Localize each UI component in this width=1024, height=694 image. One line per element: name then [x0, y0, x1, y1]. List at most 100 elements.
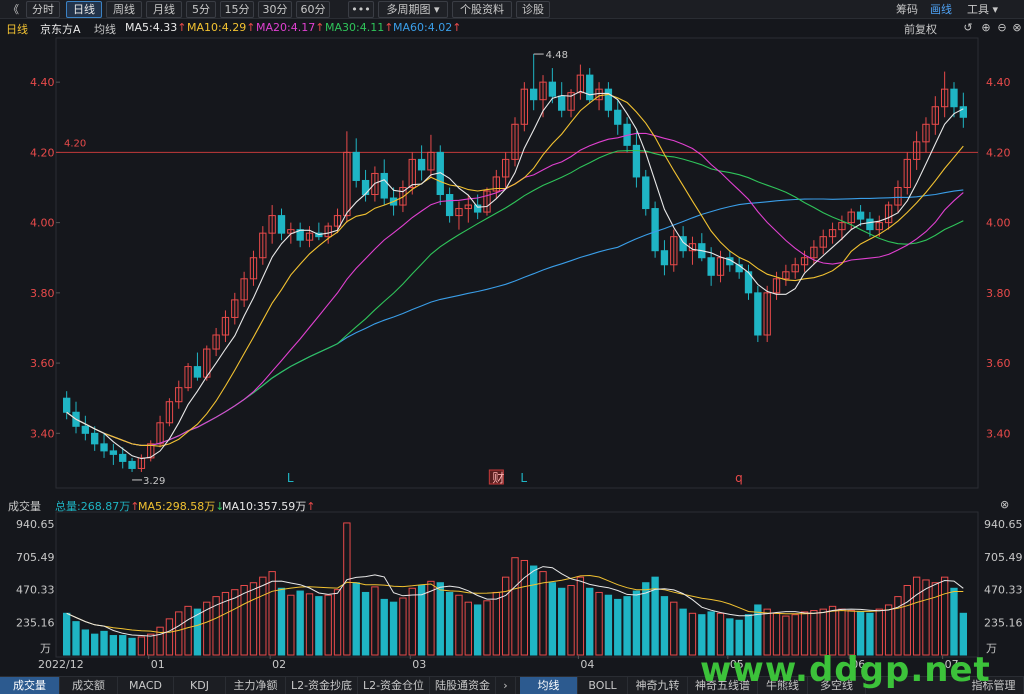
- volume-bar: [445, 591, 454, 656]
- tab-magic-nine[interactable]: 神奇九转: [628, 677, 688, 694]
- event-marker: L: [520, 471, 527, 485]
- volume-bar: [791, 614, 799, 656]
- volume-bar: [380, 598, 388, 656]
- candle-body: [109, 450, 118, 455]
- candle-body: [128, 460, 136, 469]
- volume-bar: [352, 582, 360, 656]
- volume-bar: [501, 576, 510, 656]
- volume-bar: [473, 604, 482, 656]
- kline-chart[interactable]: 4.40 4.40 4.20 4.20 4.00 4.00 3.80 3.80 3.60 3.60…: [0, 0, 1024, 676]
- volume-bar: [240, 585, 248, 656]
- volume-total: 总量:268.87万↑: [55, 500, 140, 513]
- candle-body: [754, 292, 762, 336]
- volume-bar: [100, 630, 108, 656]
- ma60-line: [66, 189, 964, 446]
- volume-bar: [856, 611, 865, 656]
- volume-ma10-line: [66, 574, 964, 634]
- volume-bar: [670, 601, 678, 656]
- candle-body: [660, 250, 669, 266]
- tab-main-net[interactable]: 主力净额: [226, 677, 286, 694]
- candle-body: [193, 366, 202, 378]
- tabs-scroll-right[interactable]: ›: [496, 677, 516, 694]
- ma30-line: [66, 150, 964, 446]
- x-axis-label: 2022/12: [38, 658, 84, 671]
- volume-bar: [660, 596, 669, 656]
- volume-bar: [511, 557, 519, 656]
- volume-bar: [268, 571, 276, 656]
- volume-bar: [109, 635, 118, 656]
- event-marker: q: [735, 471, 743, 485]
- volume-bar: [688, 612, 697, 656]
- tab-l2-position[interactable]: L2-资金仓位: [358, 677, 430, 694]
- volume-bar: [128, 637, 136, 656]
- tab-l2-bottom[interactable]: L2-资金抄底: [286, 677, 358, 694]
- candle-body: [63, 397, 71, 413]
- volume-bar: [922, 579, 930, 656]
- volume-bar: [371, 586, 379, 656]
- candle-body: [614, 109, 622, 125]
- volume-close-icon[interactable]: ⊗: [1000, 498, 1009, 511]
- volume-bar: [931, 582, 939, 656]
- volume-bar: [91, 633, 99, 656]
- price-axis-label-right: 4.20: [986, 146, 1011, 159]
- volume-bar: [539, 571, 547, 656]
- volume-bar: [716, 612, 725, 656]
- volume-bar: [417, 585, 426, 656]
- tab-ma[interactable]: 均线: [520, 677, 578, 694]
- price-panel: 4.40 4.40 4.20 4.20 4.00 4.00 3.80 3.80 3.60 3.60…: [30, 37, 1011, 489]
- volume-bar: [389, 601, 398, 656]
- volume-bar: [623, 596, 631, 656]
- volume-title: 成交量: [8, 500, 41, 513]
- price-axis-label-right: 4.00: [986, 217, 1011, 230]
- price-axis-label-left: 4.40: [30, 76, 55, 89]
- tab-volume[interactable]: 成交量: [0, 677, 60, 694]
- volume-bar: [763, 608, 771, 656]
- price-axis-label-right: 4.40: [986, 76, 1011, 89]
- x-axis-label: 04: [580, 658, 594, 671]
- volume-bar: [838, 608, 846, 656]
- volume-bar: [249, 582, 258, 656]
- candle-body: [707, 257, 715, 276]
- volume-bar: [940, 576, 949, 656]
- tab-turnover[interactable]: 成交额: [60, 677, 118, 694]
- tab-kdj[interactable]: KDJ: [174, 677, 226, 694]
- volume-bar: [492, 591, 500, 656]
- event-marker: 财: [492, 471, 504, 485]
- volume-bar: [287, 594, 295, 656]
- x-axis-label: 02: [272, 658, 286, 671]
- volume-bar: [343, 522, 351, 656]
- volume-bar: [576, 576, 585, 656]
- volume-bar: [810, 610, 818, 656]
- volume-bar: [296, 590, 304, 656]
- reference-line-label: 4.20: [64, 138, 86, 149]
- volume-bar: [147, 633, 155, 656]
- volume-bar: [277, 587, 286, 656]
- x-axis-label: 03: [412, 658, 426, 671]
- volume-axis-label-right: 705.49: [984, 551, 1023, 564]
- volume-bar: [950, 587, 958, 656]
- watermark-text: www.ddgp.net: [700, 650, 991, 690]
- candle-body: [417, 158, 426, 171]
- low-label: 3.29: [143, 476, 165, 487]
- candle-body: [277, 215, 286, 234]
- volume-bar: [548, 582, 557, 656]
- volume-bar: [530, 565, 538, 656]
- volume-bar: [558, 587, 566, 656]
- volume-bar: [614, 598, 622, 656]
- volume-bar: [455, 594, 463, 656]
- volume-bar: [464, 601, 472, 656]
- tab-northbound[interactable]: 陆股通资金: [430, 677, 496, 694]
- price-axis-label-right: 3.80: [986, 287, 1011, 300]
- tab-boll[interactable]: BOLL: [578, 677, 628, 694]
- volume-bar: [567, 585, 575, 656]
- volume-bar: [772, 612, 781, 656]
- candle-body: [959, 106, 967, 118]
- volume-axis-label-left: 940.65: [16, 518, 55, 531]
- volume-bar: [632, 590, 641, 656]
- volume-legend: 成交量 总量:268.87万↑ MA5:298.58万↓ MA10:357.59…: [0, 496, 1024, 514]
- volume-bar: [866, 612, 874, 656]
- volume-ma10: MA10:357.59万↑: [222, 500, 316, 513]
- tab-macd[interactable]: MACD: [118, 677, 174, 694]
- candle-body: [950, 88, 958, 108]
- volume-bar: [912, 576, 921, 656]
